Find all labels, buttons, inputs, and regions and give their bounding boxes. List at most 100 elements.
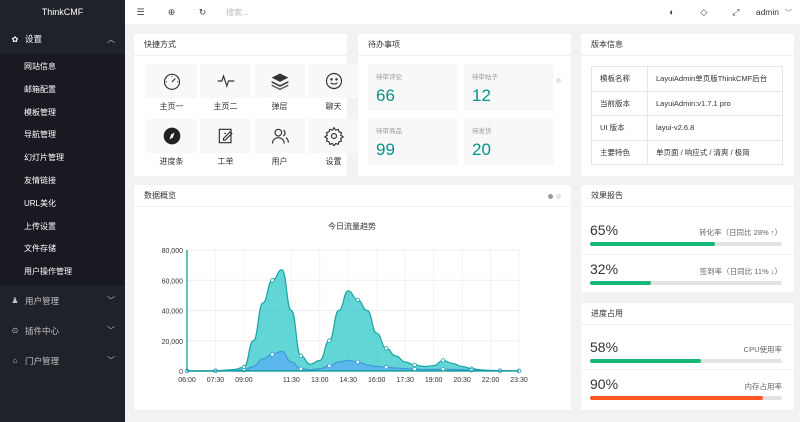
sidebar-item[interactable]: 上传设置 — [0, 216, 125, 239]
x-tick-label: 09:00 — [235, 377, 253, 384]
quick-item[interactable]: 工单 — [200, 119, 251, 171]
globe-icon[interactable]: ⊕ — [156, 7, 187, 18]
y-tick-label: 40,000 — [162, 309, 184, 316]
tag-icon[interactable]: ◇ — [688, 7, 720, 18]
users-icon: ♟ — [11, 296, 19, 306]
version-card: 版本信息 模板名称 LayuiAdmin单页版ThinkCMF后台 当前版本 Layu… — [581, 34, 794, 176]
sidebar-item[interactable]: 网站信息 — [0, 56, 125, 79]
metric-label: 内存占用率 — [744, 382, 783, 391]
cpu-usage: 58% CPU使用率 — [590, 339, 782, 363]
y-tick-label: 60,000 — [162, 278, 184, 285]
sidebar-item[interactable]: 模板管理 — [0, 102, 125, 125]
y-tick-label: 0 — [179, 369, 183, 376]
chevron-up-icon: ︿ — [107, 34, 115, 44]
data-point — [270, 278, 275, 283]
percent-value: 58% — [590, 339, 619, 355]
menu-toggle-icon[interactable]: ☰ — [125, 7, 156, 18]
conversion-report: 65% 转化率（日同比 28% ↑） — [590, 222, 782, 246]
x-tick-label: 16:00 — [368, 377, 386, 384]
sidebar-item[interactable]: 文件存储 — [0, 238, 125, 261]
sidebar-item[interactable]: 用户操作管理 — [0, 261, 125, 284]
user-name: admin — [755, 6, 779, 17]
quick-item[interactable]: 进度条 — [146, 119, 197, 171]
progress-bar — [590, 359, 782, 363]
todo-card: 待办事项 待审评论 66 待审帖子 12 待审商品 99 待发货 20 — [358, 34, 571, 176]
menu-users[interactable]: ♟ 用户管理 ﹀ — [0, 286, 125, 316]
version-row: 主要特色 单页面 / 响应式 / 清爽 / 极简 — [591, 139, 783, 165]
data-point — [440, 358, 446, 363]
card-title: 待办事项 — [358, 34, 571, 56]
plugin-icon: ⊙ — [11, 326, 19, 336]
version-value: layui-v2.6.8 — [647, 115, 783, 141]
quick-item-label: 工单 — [217, 157, 234, 166]
report-card: 效果报告 65% 转化率（日同比 28% ↑） 32% 签到率（日同比 11% ↓） — [581, 185, 794, 292]
version-value: LayuiAdmin:v1.7.1 pro — [647, 90, 783, 116]
quick-item-label: 弹层 — [271, 102, 288, 111]
quick-item[interactable]: 聊天 — [308, 64, 359, 116]
x-tick-label: 11:30 — [283, 377, 300, 384]
y-tick-label: 20,000 — [162, 339, 184, 346]
quick-item[interactable]: 弹层 — [254, 64, 305, 116]
menu-settings-label: 设置 — [25, 34, 43, 44]
settings-icon — [308, 119, 359, 153]
quick-item[interactable]: 主页一 — [146, 64, 197, 116]
todo-item[interactable]: 待审商品 99 — [368, 118, 458, 165]
sidebar-item[interactable]: URL美化 — [0, 193, 125, 216]
smile-icon — [308, 64, 359, 98]
user-icon — [254, 119, 305, 153]
menu-settings[interactable]: ✿ 设置 ︿ — [0, 24, 125, 54]
metric-label: 签到率（日同比 11% ↓） — [699, 267, 782, 276]
x-tick-label: 06:00 — [178, 377, 196, 384]
menu-portal[interactable]: ⌂ 门户管理 ﹀ — [0, 346, 125, 376]
pulse-icon — [200, 64, 251, 98]
percent-value: 90% — [590, 376, 619, 392]
quick-item[interactable]: 用户 — [254, 119, 305, 171]
menu-plugins[interactable]: ⊙ 插件中心 ﹀ — [0, 316, 125, 346]
sidebar-item[interactable]: 友情链接 — [0, 170, 125, 193]
settings-submenu: 网站信息 邮箱配置 模板管理 导航管理 幻灯片管理 友情链接 URL美化 上传设置 文件存储 用户… — [0, 54, 125, 286]
x-tick-label: 07:30 — [207, 377, 225, 384]
gauge-icon — [146, 64, 197, 98]
search-input[interactable]: 搜索... — [226, 7, 656, 18]
layers-icon — [254, 64, 305, 98]
progress-fill — [590, 281, 652, 285]
logo[interactable]: ThinkCMF — [0, 0, 125, 24]
todo-item[interactable]: 待发货 20 — [464, 118, 554, 165]
compass-icon — [146, 119, 197, 153]
fullscreen-icon[interactable]: ⤢ — [720, 7, 752, 18]
todo-item[interactable]: 待审帖子 12 — [464, 64, 554, 111]
metric-label: CPU使用率 — [743, 345, 782, 354]
theme-icon[interactable]: ◐ — [656, 7, 688, 17]
todo-value: 12 — [472, 86, 491, 105]
quick-item-label: 主页二 — [213, 102, 238, 111]
version-row: UI 版本 layui-v2.6.8 — [591, 115, 783, 141]
sidebar-item[interactable]: 导航管理 — [0, 124, 125, 147]
portal-icon: ⌂ — [12, 356, 18, 366]
quick-item[interactable]: 设置 — [308, 119, 359, 171]
gear-icon: ✿ — [11, 34, 19, 44]
top-bar: ☰ ⊕ ↻ 搜索... ◐ ◇ ⤢ admin ﹀ — [125, 0, 800, 24]
x-tick-label: 14:30 — [339, 377, 357, 384]
y-tick-label: 80,000 — [162, 248, 184, 255]
todo-value: 20 — [472, 140, 491, 159]
sidebar-item[interactable]: 幻灯片管理 — [0, 147, 125, 170]
memory-usage: 90% 内存占用率 — [590, 376, 782, 400]
quick-item[interactable]: 主页二 — [200, 64, 251, 116]
progress-bar — [590, 396, 782, 400]
menu-portal-label: 门户管理 — [25, 355, 60, 366]
data-point — [383, 346, 389, 351]
card-title: 版本信息 — [581, 34, 794, 56]
menu-users-label: 用户管理 — [25, 295, 60, 306]
edit-icon — [200, 119, 251, 153]
data-point — [412, 362, 417, 368]
todo-value: 99 — [376, 140, 395, 159]
card-title: 快捷方式 — [134, 34, 347, 56]
sidebar-item[interactable]: 邮箱配置 — [0, 79, 125, 102]
todo-item[interactable]: 待审评论 66 — [368, 64, 458, 111]
version-key: UI 版本 — [591, 115, 648, 141]
todo-label: 待审商品 — [376, 128, 402, 135]
refresh-icon[interactable]: ↻ — [187, 7, 218, 18]
quick-access-card: 快捷方式 主页一 主页二 弹层 聊天进度条 工单 用户 设置 — [134, 34, 359, 176]
version-key: 主要特色 — [591, 139, 648, 165]
user-menu[interactable]: admin ﹀ — [756, 7, 792, 18]
